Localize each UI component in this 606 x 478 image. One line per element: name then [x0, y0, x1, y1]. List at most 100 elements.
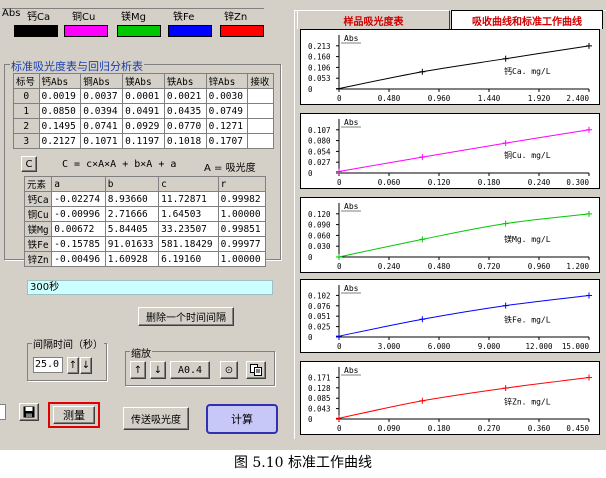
regression-table[interactable]: 元素 a b c r 钙Ca -0.02274 8.93660 11.72871…: [23, 176, 267, 267]
table-cell[interactable]: [247, 133, 274, 149]
table-row[interactable]: 锌Zn -0.00496 1.60928 6.19160 1.00000: [23, 251, 267, 267]
y-tick-label: 0.120: [308, 210, 331, 219]
table-cell[interactable]: 0.99851: [217, 221, 267, 237]
table-row[interactable]: 2 0.1495 0.0741 0.0929 0.0770 0.1271: [13, 118, 274, 134]
table-cell[interactable]: 1.64503: [158, 206, 219, 222]
delete-interval-button[interactable]: 删除一个时间间隔: [138, 307, 234, 326]
table-row[interactable]: 铜Cu -0.00996 2.71666 1.64503 1.00000: [23, 206, 267, 222]
y-tick-label: 0.128: [308, 384, 331, 393]
table-cell[interactable]: -0.00496: [51, 251, 106, 267]
table-cell[interactable]: 0.2127: [38, 133, 82, 149]
table-cell[interactable]: 0.0394: [80, 103, 124, 119]
y-tick-label: 0: [308, 415, 313, 424]
copy-image-button[interactable]: [246, 361, 266, 379]
table-cell[interactable]: 91.01633: [104, 236, 160, 252]
table-cell[interactable]: 33.23507: [158, 221, 219, 237]
table-cell[interactable]: 581.18429: [158, 236, 219, 252]
table-cell[interactable]: -0.00996: [51, 206, 106, 222]
table-cell[interactable]: [247, 118, 274, 134]
table-cell[interactable]: 0.0491: [122, 103, 165, 119]
table-cell[interactable]: [247, 88, 274, 104]
save-button[interactable]: [19, 403, 39, 421]
table-cell: 钙Ca: [23, 191, 53, 207]
y-tick-label: 0.053: [308, 74, 331, 83]
table-cell: 铜Cu: [23, 206, 53, 222]
interval-down-button[interactable]: ↓: [80, 357, 92, 374]
table-cell: 3: [13, 133, 40, 149]
table-cell: 铁Fe: [23, 236, 53, 252]
table-cell[interactable]: 0.1271: [205, 118, 249, 134]
table-row[interactable]: 3 0.2127 0.1071 0.1197 0.1018 0.1707: [13, 133, 274, 149]
table-cell[interactable]: 2.71666: [104, 206, 160, 222]
y-tick-label: 0: [308, 253, 313, 262]
table-cell: 0: [13, 88, 40, 104]
table-cell[interactable]: 0.1197: [122, 133, 165, 149]
table-cell[interactable]: 0.1018: [163, 133, 207, 149]
table-cell[interactable]: 0.0021: [163, 88, 207, 104]
tab-absorption-curves[interactable]: 吸收曲线和标准工作曲线: [451, 10, 603, 29]
table-row[interactable]: 0 0.0019 0.0037 0.0001 0.0021 0.0030: [13, 88, 274, 104]
table-cell[interactable]: 0.99977: [217, 236, 267, 252]
table-cell[interactable]: 0.1495: [38, 118, 82, 134]
table-cell[interactable]: 0.00672: [51, 221, 106, 237]
table-cell[interactable]: 0.0929: [122, 118, 165, 134]
send-absorbance-button[interactable]: 传送吸光度: [123, 407, 189, 430]
measure-button[interactable]: 测量: [48, 402, 100, 428]
table-cell[interactable]: 0.0770: [163, 118, 207, 134]
zoom-target-button[interactable]: ⊙: [220, 361, 238, 379]
table-cell[interactable]: 1.00000: [217, 251, 267, 267]
interval-up-button[interactable]: ↑: [67, 357, 79, 374]
application-window: Abs 钙Ca 铜Cu 镁Mg 铁Fe 锌Zn 标准吸光度表与回归分析表 标号 …: [0, 0, 606, 450]
table-cell[interactable]: 0.0850: [38, 103, 82, 119]
table-row[interactable]: 铁Fe -0.15785 91.01633 581.18429 0.99977: [23, 236, 267, 252]
table-cell[interactable]: [247, 103, 274, 119]
y-tick-label: 0.027: [308, 158, 331, 167]
table-cell[interactable]: 0.99982: [217, 191, 267, 207]
x-tick-label: 0.060: [378, 178, 401, 187]
std-table-header-row: 标号 钙Abs 铜Abs 镁Abs 铁Abs 锌Abs 接收: [13, 73, 274, 89]
x-tick-label: 0.090: [378, 424, 401, 433]
y-tick-label: 0.030: [308, 242, 331, 251]
chart-svg: Abs 0.107 0.0800.054 0.027 0 0 0.060 0.120 0.180…: [308, 118, 592, 187]
table-row[interactable]: 镁Mg 0.00672 5.84405 33.23507 0.99851: [23, 221, 267, 237]
std-col-header: 铜Abs: [80, 73, 124, 89]
x-tick-label: 0.360: [528, 424, 551, 433]
interval-input[interactable]: 25.0: [33, 357, 63, 373]
table-cell[interactable]: 0.1071: [80, 133, 124, 149]
reg-col-header: c: [158, 176, 219, 192]
table-cell[interactable]: 0.0019: [38, 88, 82, 104]
table-cell[interactable]: 0.0037: [80, 88, 124, 104]
c-button[interactable]: C: [21, 156, 37, 172]
zoom-down-button[interactable]: ↓: [150, 361, 166, 379]
table-cell[interactable]: 5.84405: [104, 221, 160, 237]
calibration-curve: [338, 45, 590, 90]
table-cell[interactable]: 11.72871: [158, 191, 219, 207]
zoom-up-button[interactable]: ↑: [130, 361, 146, 379]
calculate-button[interactable]: 计算: [206, 404, 278, 434]
table-cell[interactable]: 0.0741: [80, 118, 124, 134]
table-cell[interactable]: 1.60928: [104, 251, 160, 267]
floppy-disk-icon: [23, 406, 35, 418]
table-cell[interactable]: 0.0001: [122, 88, 165, 104]
tab-sample-absorbance[interactable]: 样品吸光度表: [297, 10, 450, 29]
y-tick-label: 0.160: [308, 53, 331, 62]
table-cell[interactable]: 0.0435: [163, 103, 207, 119]
table-row[interactable]: 钙Ca -0.02274 8.93660 11.72871 0.99982: [23, 191, 267, 207]
reg-col-header: 元素: [23, 176, 53, 192]
table-cell[interactable]: 6.19160: [158, 251, 219, 267]
std-abs-table[interactable]: 标号 钙Abs 铜Abs 镁Abs 铁Abs 锌Abs 接收 0 0.0019 …: [13, 73, 274, 149]
table-cell[interactable]: 0.0749: [205, 103, 249, 119]
x-tick-label: 0.300: [566, 178, 589, 187]
table-cell[interactable]: 8.93660: [104, 191, 160, 207]
zoom-level-button[interactable]: A0.4: [170, 361, 210, 379]
table-cell[interactable]: -0.02274: [51, 191, 106, 207]
table-cell[interactable]: -0.15785: [51, 236, 106, 252]
table-row[interactable]: 1 0.0850 0.0394 0.0491 0.0435 0.0749: [13, 103, 274, 119]
legend-swatch-cu: [64, 25, 108, 37]
copy-image-icon: [250, 364, 262, 376]
table-cell[interactable]: 1.00000: [217, 206, 267, 222]
partial-input[interactable]: [0, 404, 6, 420]
table-cell[interactable]: 0.1707: [205, 133, 249, 149]
calibration-curve: [338, 376, 590, 419]
table-cell[interactable]: 0.0030: [205, 88, 249, 104]
